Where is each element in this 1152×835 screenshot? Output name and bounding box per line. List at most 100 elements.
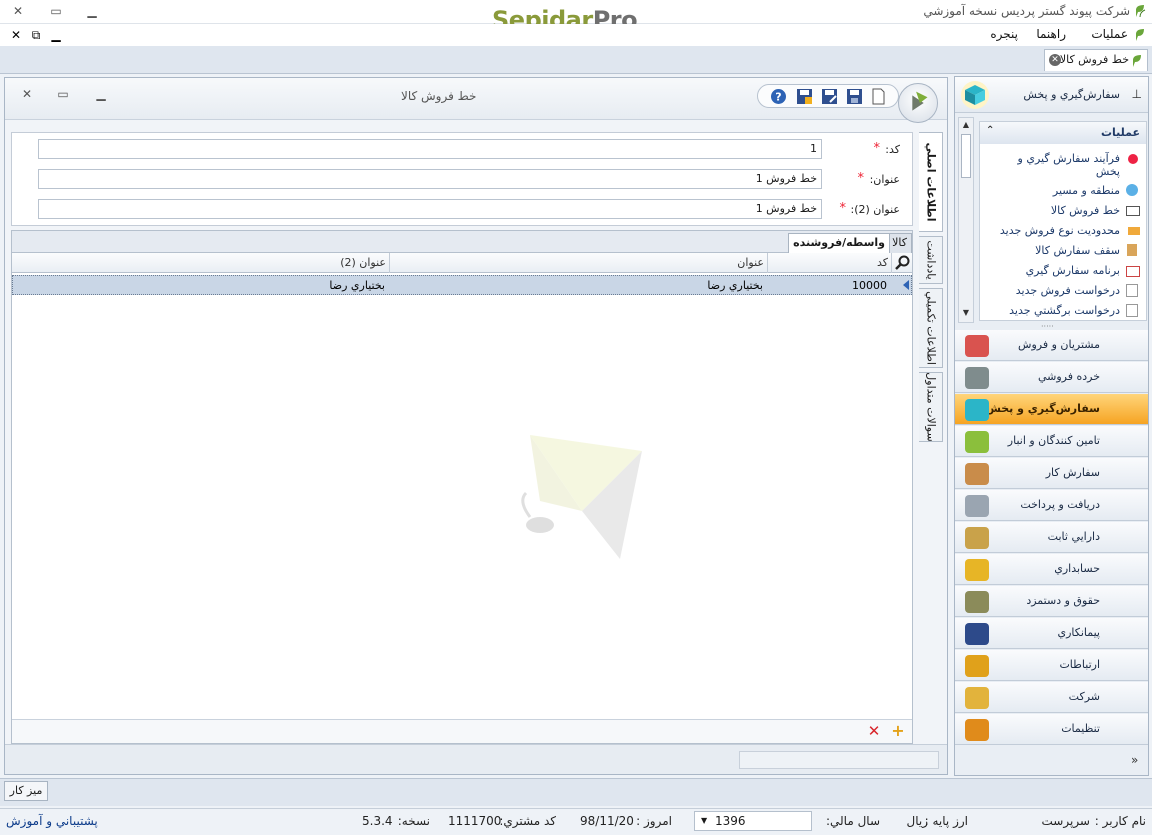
- module-button[interactable]: تامين كنندگان و انبار: [955, 426, 1148, 457]
- menu-help[interactable]: راهنما: [1036, 27, 1066, 41]
- title2-field[interactable]: خط فروش 1: [38, 199, 822, 219]
- module-button[interactable]: شركت: [955, 682, 1148, 713]
- minimize-form-button[interactable]: ▁: [91, 86, 111, 102]
- column-title[interactable]: عنوان: [737, 256, 764, 269]
- table-row[interactable]: 10000 بختياري رضا بختياري رضا: [12, 275, 912, 295]
- subtab-agent-seller[interactable]: واسطه/فروشنده: [788, 233, 890, 253]
- module-button[interactable]: خرده فروشي: [955, 362, 1148, 393]
- tab-extra-info[interactable]: اطلاعات تكميلي: [919, 288, 943, 368]
- customer-code-label: كد مشتري:: [499, 814, 556, 828]
- collapse-icon[interactable]: ⌃: [986, 125, 994, 136]
- desk-button[interactable]: ميز كار: [4, 781, 48, 801]
- module-button[interactable]: سفارش‌گيري و پخش: [955, 394, 1148, 425]
- main-info-panel: كد: * 1 عنوان: * خط فروش 1 عنوان (2): * …: [11, 132, 913, 226]
- op-sales-line[interactable]: خط فروش كالا: [990, 204, 1140, 217]
- code-field[interactable]: 1: [38, 139, 822, 159]
- grid-panel: كالا واسطه/فروشنده كد عنوان عنوان (2) 10…: [11, 230, 913, 744]
- tab-sales-line[interactable]: خط فروش كالا ✕: [1044, 49, 1148, 71]
- op-order-ceiling[interactable]: سقف سفارش كالا: [990, 244, 1140, 257]
- status-bar: [0, 808, 1152, 835]
- close-tab-icon[interactable]: ✕: [1049, 54, 1061, 66]
- minimize-mdi-button[interactable]: ▁: [46, 27, 66, 43]
- module-button[interactable]: دارايي ثابت: [955, 522, 1148, 553]
- module-button[interactable]: مشتريان و فروش: [955, 330, 1148, 361]
- pin-icon[interactable]: ⊥: [1132, 87, 1142, 101]
- module-button[interactable]: سفارش كار: [955, 458, 1148, 489]
- leaf-icon: [1133, 55, 1141, 67]
- menu-window[interactable]: پنجره: [990, 27, 1018, 41]
- expand-navigator-icon[interactable]: »: [1131, 753, 1138, 767]
- tab-extra-info-label: اطلاعات تكميلي: [924, 291, 937, 365]
- module-label: سفارش‌گيري و پخش: [985, 402, 1100, 415]
- scroll-thumb[interactable]: [961, 134, 971, 178]
- module-button[interactable]: حقوق و دستمزد: [955, 586, 1148, 617]
- title-field[interactable]: خط فروش 1: [38, 169, 822, 189]
- version-label: نسخه:: [397, 814, 430, 828]
- new-document-icon[interactable]: [870, 88, 887, 105]
- scroll-up-icon[interactable]: ▲: [960, 120, 972, 129]
- delete-row-icon[interactable]: ✕: [866, 723, 882, 739]
- op-order-schedule[interactable]: برنامه سفارش گيري: [990, 264, 1140, 277]
- tab-main-info[interactable]: اطلاعات اصلي: [919, 132, 943, 232]
- grid-header: كد عنوان عنوان (2): [12, 253, 912, 273]
- cell-title[interactable]: بختياري رضا: [707, 279, 763, 292]
- module-button[interactable]: تنظيمات: [955, 714, 1148, 745]
- column-title2[interactable]: عنوان (2): [340, 256, 386, 269]
- module-button[interactable]: پيمانكاري: [955, 618, 1148, 649]
- save-new-icon[interactable]: [821, 88, 838, 105]
- help-icon[interactable]: ?: [770, 88, 787, 105]
- tab-notes[interactable]: يادداشت: [919, 236, 943, 284]
- op-label: سقف سفارش كالا: [1035, 244, 1120, 257]
- tab-main-info-label: اطلاعات اصلي: [924, 142, 937, 222]
- module-button[interactable]: حسابداري: [955, 554, 1148, 585]
- module-icon: [965, 591, 989, 613]
- op-region-route[interactable]: منطقه و مسير: [990, 184, 1140, 197]
- customer-code-value: 1111700: [448, 814, 502, 828]
- cart-icon: [1126, 206, 1140, 216]
- restore-form-button[interactable]: ▭: [53, 86, 73, 102]
- op-new-return-request[interactable]: درخواست برگشتي جديد: [990, 304, 1140, 317]
- module-button[interactable]: ارتباطات: [955, 650, 1148, 681]
- column-separator: [389, 253, 390, 273]
- form-status-field: [739, 751, 939, 769]
- cell-code[interactable]: 10000: [852, 279, 887, 292]
- ceiling-icon: [1127, 244, 1137, 256]
- support-link[interactable]: پشتيباني و آموزش: [6, 814, 98, 828]
- operations-scrollbar[interactable]: ▲ ▼: [958, 117, 974, 323]
- cell-title2[interactable]: بختياري رضا: [329, 279, 385, 292]
- taskbar: [0, 778, 1152, 806]
- module-label: ارتباطات: [1059, 658, 1100, 671]
- process-icon: [1128, 154, 1138, 164]
- module-label: دريافت و پرداخت: [1020, 498, 1100, 511]
- column-code[interactable]: كد: [877, 256, 888, 269]
- subtab-goods[interactable]: كالا: [887, 233, 912, 253]
- module-label: پيمانكاري: [1057, 626, 1100, 639]
- fiscal-year-select[interactable]: 1396 ▼: [694, 811, 812, 831]
- title2-label: عنوان (2):: [850, 203, 901, 216]
- add-row-icon[interactable]: +: [890, 723, 906, 739]
- form-module-icon: [898, 83, 938, 123]
- restore-window-button[interactable]: ▭: [46, 3, 66, 19]
- op-order-process[interactable]: فرآيند سفارش گيري و پخش: [990, 152, 1140, 178]
- minimize-window-button[interactable]: ▁: [82, 3, 102, 19]
- op-sale-type-limit[interactable]: محدوديت نوع فروش جديد: [990, 224, 1140, 237]
- leaf-icon: [1136, 5, 1146, 18]
- operations-header: عمليات ⌃: [980, 122, 1146, 144]
- module-icon: [965, 431, 989, 453]
- scroll-down-icon[interactable]: ▼: [960, 308, 972, 317]
- menu-operations[interactable]: عمليات: [1091, 27, 1128, 41]
- module-icon: [965, 335, 989, 357]
- save-icon[interactable]: [846, 88, 863, 105]
- search-icon[interactable]: [894, 255, 910, 271]
- op-new-sales-request[interactable]: درخواست فروش جديد: [990, 284, 1140, 297]
- module-label: تامين كنندگان و انبار: [1007, 434, 1100, 447]
- close-mdi-button[interactable]: ✕: [6, 27, 26, 43]
- tab-faq[interactable]: سوالات متداول: [919, 372, 943, 442]
- grid-subtabs: [12, 231, 912, 253]
- close-form-button[interactable]: ✕: [17, 86, 37, 102]
- close-window-button[interactable]: ✕: [8, 3, 28, 19]
- module-button[interactable]: دريافت و پرداخت: [955, 490, 1148, 521]
- restore-mdi-button[interactable]: ⧉: [26, 27, 46, 43]
- save-close-icon[interactable]: [796, 88, 813, 105]
- currency-label: ارز پايه :: [924, 814, 968, 828]
